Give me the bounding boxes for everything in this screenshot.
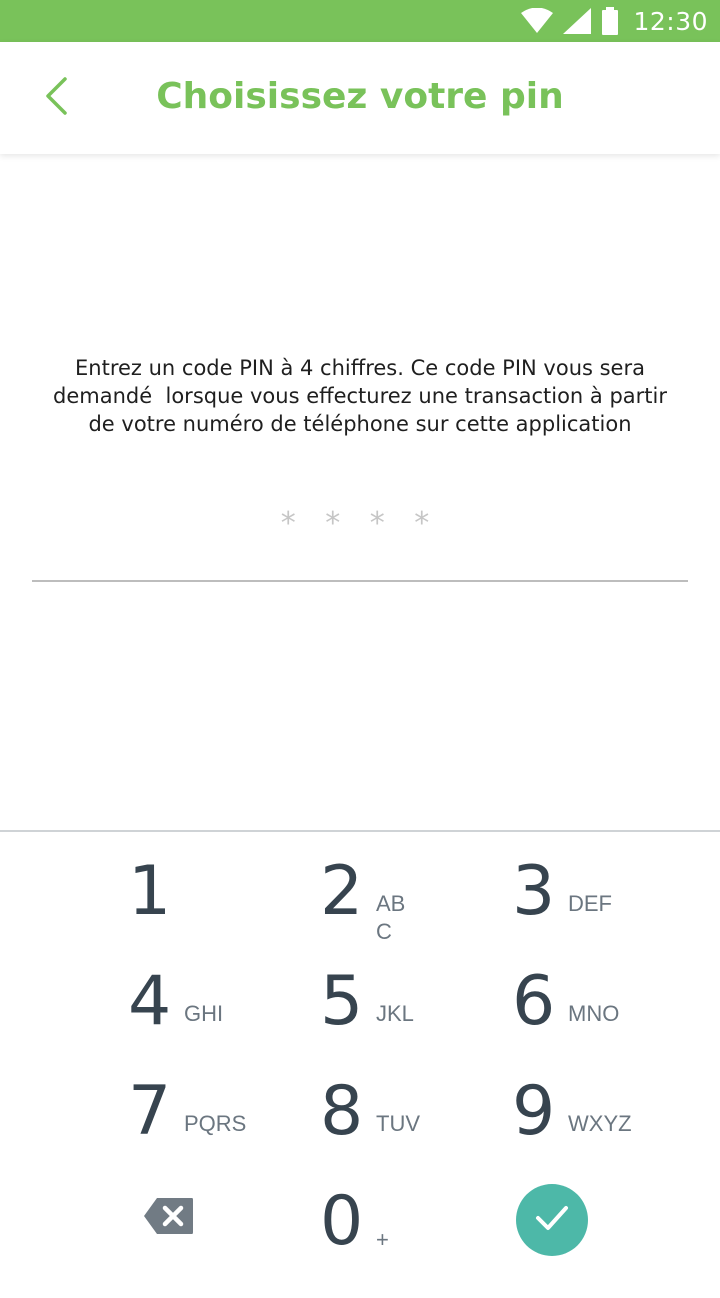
key-digit: 4 <box>128 962 172 1041</box>
key-7[interactable]: 7 PQRS <box>128 1078 320 1188</box>
page-title: Choisissez votre pin <box>156 76 564 117</box>
key-digit: 0 <box>320 1182 364 1261</box>
battery-icon <box>601 7 619 35</box>
key-4[interactable]: 4 GHI <box>128 968 320 1078</box>
pin-input[interactable]: * * * * <box>32 500 688 582</box>
numeric-keypad: 1 2 ABC 3 DEF 4 GHI 5 JKL 6 MNO 7 PQRS 8… <box>0 830 720 1282</box>
key-letters: PQRS <box>184 1111 247 1136</box>
instructions-line-2: demandé lorsque vous effecturez une tran… <box>53 384 667 408</box>
key-letters: JKL <box>376 1001 414 1026</box>
key-9[interactable]: 9 WXYZ <box>512 1078 704 1188</box>
key-5[interactable]: 5 JKL <box>320 968 512 1078</box>
key-letters: MNO <box>568 1001 620 1026</box>
key-0[interactable]: 0 + <box>320 1188 512 1298</box>
key-digit: 2 <box>320 852 364 931</box>
wifi-icon <box>521 8 554 34</box>
key-8[interactable]: 8 TUV <box>320 1078 512 1188</box>
backspace-button[interactable] <box>143 1196 195 1236</box>
key-letters: ABC <box>376 891 406 944</box>
key-2[interactable]: 2 ABC <box>320 858 512 968</box>
submit-button[interactable] <box>516 1184 588 1256</box>
status-icons: 12:30 <box>521 0 708 42</box>
key-digit: 5 <box>320 962 364 1041</box>
checkmark-icon <box>532 1202 572 1239</box>
key-letters: DEF <box>568 891 612 916</box>
key-digit: 3 <box>512 852 556 931</box>
instructions-line-3: de votre numéro de téléphone sur cette a… <box>88 412 632 436</box>
key-digit: 7 <box>128 1072 172 1151</box>
key-1[interactable]: 1 <box>128 858 320 968</box>
key-letters: WXYZ <box>568 1111 632 1136</box>
key-letters: TUV <box>376 1111 420 1136</box>
pin-placeholder: * * * * <box>280 506 440 541</box>
backspace-icon <box>143 1198 195 1240</box>
key-digit: 1 <box>128 852 172 931</box>
key-digit: 8 <box>320 1072 364 1151</box>
key-6[interactable]: 6 MNO <box>512 968 704 1078</box>
app-bar: Choisissez votre pin <box>0 42 720 154</box>
status-bar: 12:30 <box>0 0 720 42</box>
key-3[interactable]: 3 DEF <box>512 858 704 968</box>
key-digit: 6 <box>512 962 556 1041</box>
key-digit: 9 <box>512 1072 556 1151</box>
pin-instructions: Entrez un code PIN à 4 chiffres. Ce code… <box>50 354 670 438</box>
key-letters: + <box>376 1227 389 1252</box>
status-time: 12:30 <box>633 6 708 36</box>
instructions-line-1: Entrez un code PIN à 4 chiffres. Ce code… <box>75 356 645 380</box>
key-letters: GHI <box>184 1001 224 1026</box>
signal-icon <box>563 8 592 34</box>
